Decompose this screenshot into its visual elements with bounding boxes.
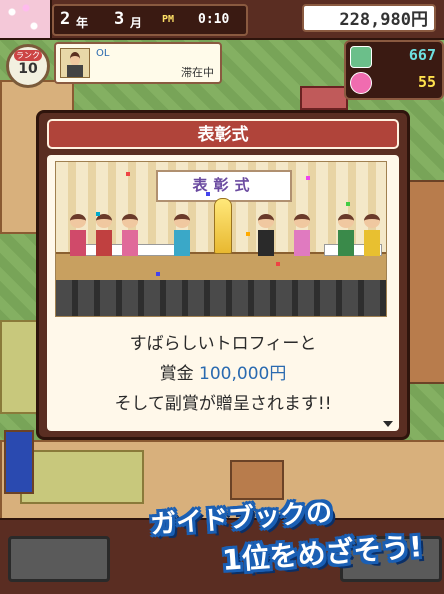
date-time-display: 2 年 3 月 PM 0:10 [52,4,248,36]
month-unit: 月 [130,16,143,30]
building-wall [404,180,444,384]
guidebook-icon [350,46,372,68]
ceremony-illustration: 表彰式 [55,161,387,317]
counter-desk [230,460,284,500]
prize-amount: 100,000円 [199,364,287,384]
visitor-type: OL [96,48,110,59]
ampm-indicator: PM [162,14,175,25]
month-value: 3 [114,9,125,29]
visitor-card[interactable]: OL 滞在中 [54,42,222,84]
book-counter: 667 [408,46,436,64]
person-figure [338,214,354,258]
coin-counter: 55 [417,73,436,91]
person-figure [174,214,190,258]
person-figure [294,214,310,258]
message-line-1: すばらしいトロフィーと [129,334,317,354]
award-dialog[interactable]: 表彰式 表彰式 すばらしいトロフィーと 賞金 100,000円 そして副賞が贈呈… [36,110,410,440]
visitor-avatar [60,48,90,78]
clock-time: 0:10 [198,12,230,27]
trophy-icon [214,198,232,254]
dialog-body: 表彰式 すばらしいトロフィーと 賞金 100,000円 そして副賞が贈呈されます… [47,155,399,431]
prize-label: 賞金 [159,364,194,384]
dialog-title: 表彰式 [47,119,399,149]
rank-label: ランク [14,50,42,61]
year-unit: 年 [76,16,89,30]
building-roof [300,86,348,110]
money-display: 228,980円 [302,4,436,32]
visitor-status: 滞在中 [181,66,214,79]
continue-arrow-icon[interactable] [383,421,393,427]
person-figure [96,214,112,258]
left-menu-button[interactable] [8,536,110,582]
vending-machine [4,430,34,494]
person-figure [70,214,86,258]
message-line-2: 賞金 100,000円 [47,359,399,384]
rank-badge[interactable]: ランク 10 [6,44,50,88]
person-figure [122,214,138,258]
person-figure [258,214,274,258]
rank-value: 10 [18,61,38,77]
tatami-room [20,450,144,504]
season-sakura-icon[interactable] [0,0,52,38]
year-value: 2 [60,9,71,29]
coin-icon [350,72,372,94]
resource-counters: 667 55 [344,40,444,100]
person-figure [364,214,380,258]
message-line-3: そして副賞が贈呈されます!! [114,394,332,414]
top-status-bar: 2 年 3 月 PM 0:10 228,980円 [0,0,444,40]
